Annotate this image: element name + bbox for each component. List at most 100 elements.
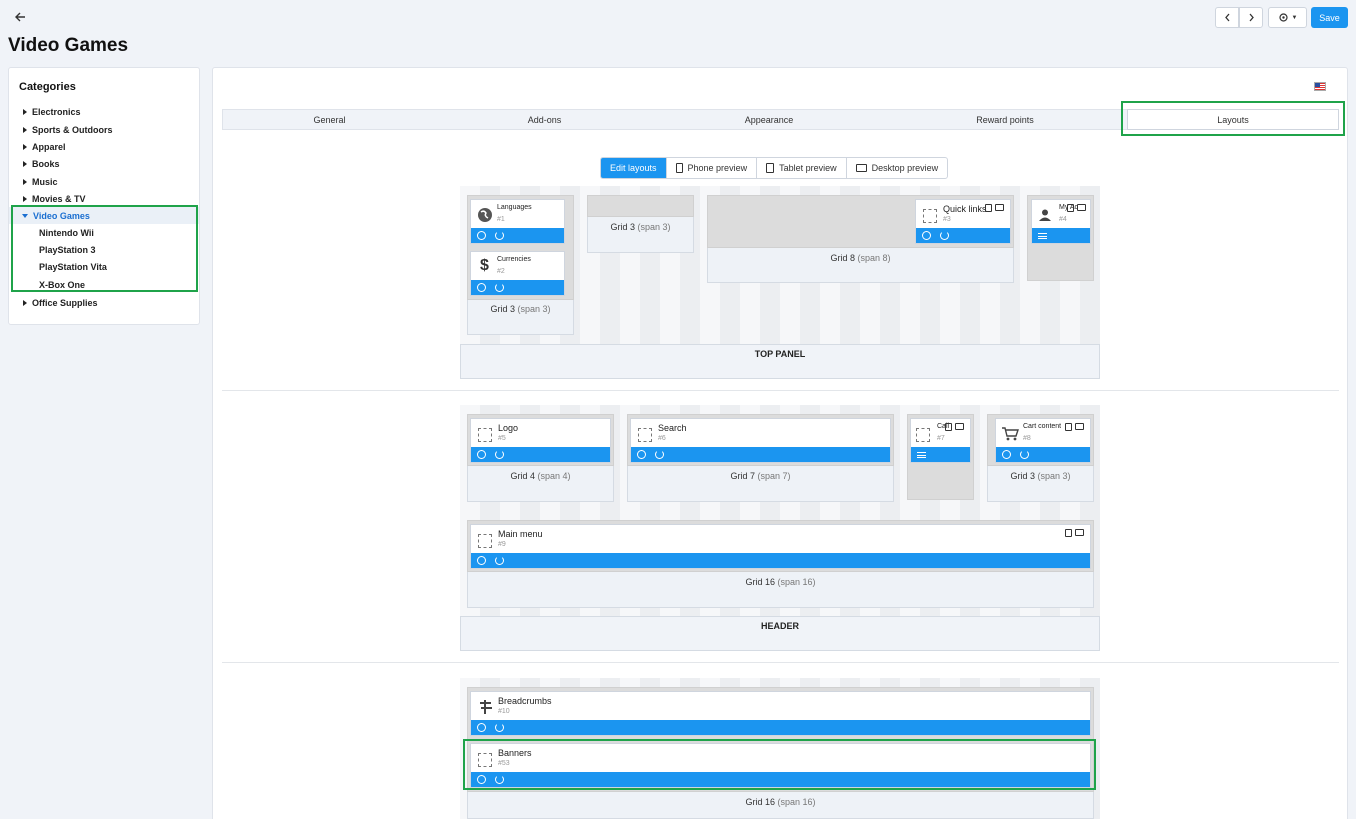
block-id: #4 [1059, 216, 1067, 223]
block-toolbar [916, 228, 1010, 243]
tablet-icon[interactable] [1065, 529, 1072, 537]
power-icon[interactable] [495, 723, 504, 732]
cart-icon [1002, 427, 1019, 441]
block-search[interactable]: Search #6 [630, 418, 891, 463]
block-main-menu[interactable]: Main menu #9 [470, 524, 1091, 569]
block-name: Search [658, 423, 687, 433]
power-icon[interactable] [1020, 450, 1029, 459]
placeholder-icon [916, 428, 930, 442]
placeholder-icon [478, 534, 492, 548]
placeholder-icon [478, 428, 492, 442]
gear-icon[interactable] [922, 231, 931, 240]
page-title: Video Games [8, 35, 129, 56]
block-toolbar [631, 447, 890, 462]
gear-icon[interactable] [477, 556, 486, 565]
gear-icon[interactable] [477, 231, 486, 240]
caret-right-icon [23, 160, 27, 167]
gear-icon[interactable] [477, 450, 486, 459]
grid-span: (span 3) [1037, 471, 1071, 481]
block-quick-links[interactable]: Quick links #3 [915, 199, 1011, 244]
block-name: Quick links [943, 204, 987, 214]
grid-header-2-footer: Grid 7 (span 7) [627, 466, 894, 502]
menu-icon[interactable] [1038, 232, 1047, 239]
back-button[interactable] [12, 10, 28, 24]
tablet-icon[interactable] [945, 423, 952, 431]
tablet-icon[interactable] [1065, 423, 1072, 431]
gear-icon[interactable] [637, 450, 646, 459]
block-currencies[interactable]: $ Currencies #2 [470, 251, 565, 296]
prev-button[interactable] [1215, 7, 1239, 28]
chevron-left-icon [1224, 13, 1229, 22]
gear-icon[interactable] [477, 723, 486, 732]
tab-appearance[interactable]: Appearance [653, 110, 885, 129]
top-panel-label: TOP PANEL [460, 344, 1100, 379]
tablet-icon[interactable] [985, 204, 992, 212]
grid-header-1-footer: Grid 4 (span 4) [467, 466, 614, 502]
phone-preview-button[interactable]: Phone preview [667, 158, 758, 178]
section-divider [222, 662, 1339, 663]
grid-span: (span 3) [517, 304, 551, 314]
tab-add-ons[interactable]: Add-ons [436, 110, 653, 129]
block-toolbar [471, 553, 1090, 568]
power-icon[interactable] [495, 283, 504, 292]
grid-name: Grid 3 [610, 222, 635, 232]
grid-span: (span 16) [777, 577, 816, 587]
sidebar-item-apparel[interactable]: Apparel [9, 138, 199, 155]
highlight-banners-block [463, 739, 1096, 790]
monitor-icon[interactable] [1075, 423, 1084, 430]
sidebar-title: Categories [19, 81, 76, 93]
block-id: #5 [498, 435, 506, 442]
power-icon[interactable] [495, 556, 504, 565]
sidebar-item-sports-outdoors[interactable]: Sports & Outdoors [9, 121, 199, 138]
arrow-left-icon [14, 12, 25, 22]
block-toolbar [471, 280, 564, 295]
grid-header-5-footer: Grid 16 (span 16) [467, 572, 1094, 608]
monitor-icon [855, 164, 867, 172]
monitor-icon[interactable] [1077, 204, 1086, 211]
block-name: Cart content [1023, 423, 1062, 430]
power-icon[interactable] [940, 231, 949, 240]
sidebar-item-music[interactable]: Music [9, 173, 199, 190]
globe-icon [478, 208, 492, 222]
next-button[interactable] [1239, 7, 1263, 28]
block-cart-content[interactable]: Cart content #8 [995, 418, 1091, 463]
caret-right-icon [23, 126, 27, 133]
power-icon[interactable] [495, 450, 504, 459]
language-flag-icon[interactable] [1314, 82, 1326, 91]
block-languages[interactable]: Languages #1 [470, 199, 565, 244]
grid-name: Grid 3 [1010, 471, 1035, 481]
tablet-icon[interactable] [1067, 204, 1074, 212]
sidebar-item-office-supplies[interactable]: Office Supplies [9, 294, 199, 311]
block-my-account[interactable]: My Ac #4 [1031, 199, 1091, 244]
desktop-preview-button[interactable]: Desktop preview [847, 158, 948, 178]
block-name: Languages [497, 204, 532, 211]
power-icon[interactable] [495, 231, 504, 240]
block-name: Currencies [497, 256, 531, 263]
block-name: Main menu [498, 529, 543, 539]
monitor-icon[interactable] [995, 204, 1004, 211]
save-button[interactable]: Save [1311, 7, 1348, 28]
grid-name: Grid 3 [490, 304, 515, 314]
power-icon[interactable] [655, 450, 664, 459]
user-icon [1039, 209, 1051, 221]
phone-icon [675, 163, 683, 173]
sidebar-item-books[interactable]: Books [9, 155, 199, 172]
block-logo[interactable]: Logo #5 [470, 418, 611, 463]
monitor-icon[interactable] [1075, 529, 1084, 536]
block-id: #6 [658, 435, 666, 442]
grid-top-2[interactable] [587, 195, 694, 217]
settings-dropdown-button[interactable]: ▼ [1268, 7, 1307, 28]
tab-reward-points[interactable]: Reward points [885, 110, 1125, 129]
menu-icon[interactable] [917, 451, 926, 458]
gear-icon[interactable] [477, 283, 486, 292]
gear-icon[interactable] [1002, 450, 1011, 459]
block-id: #8 [1023, 435, 1031, 442]
sidebar-item-electronics[interactable]: Electronics [9, 103, 199, 120]
monitor-icon[interactable] [955, 423, 964, 430]
tab-general[interactable]: General [223, 110, 436, 129]
tablet-preview-button[interactable]: Tablet preview [757, 158, 847, 178]
header-label: HEADER [460, 616, 1100, 651]
edit-layouts-button[interactable]: Edit layouts [601, 158, 667, 178]
block-breadcrumbs[interactable]: Breadcrumbs #10 [470, 691, 1091, 736]
block-call[interactable]: Call #7 [910, 418, 971, 463]
